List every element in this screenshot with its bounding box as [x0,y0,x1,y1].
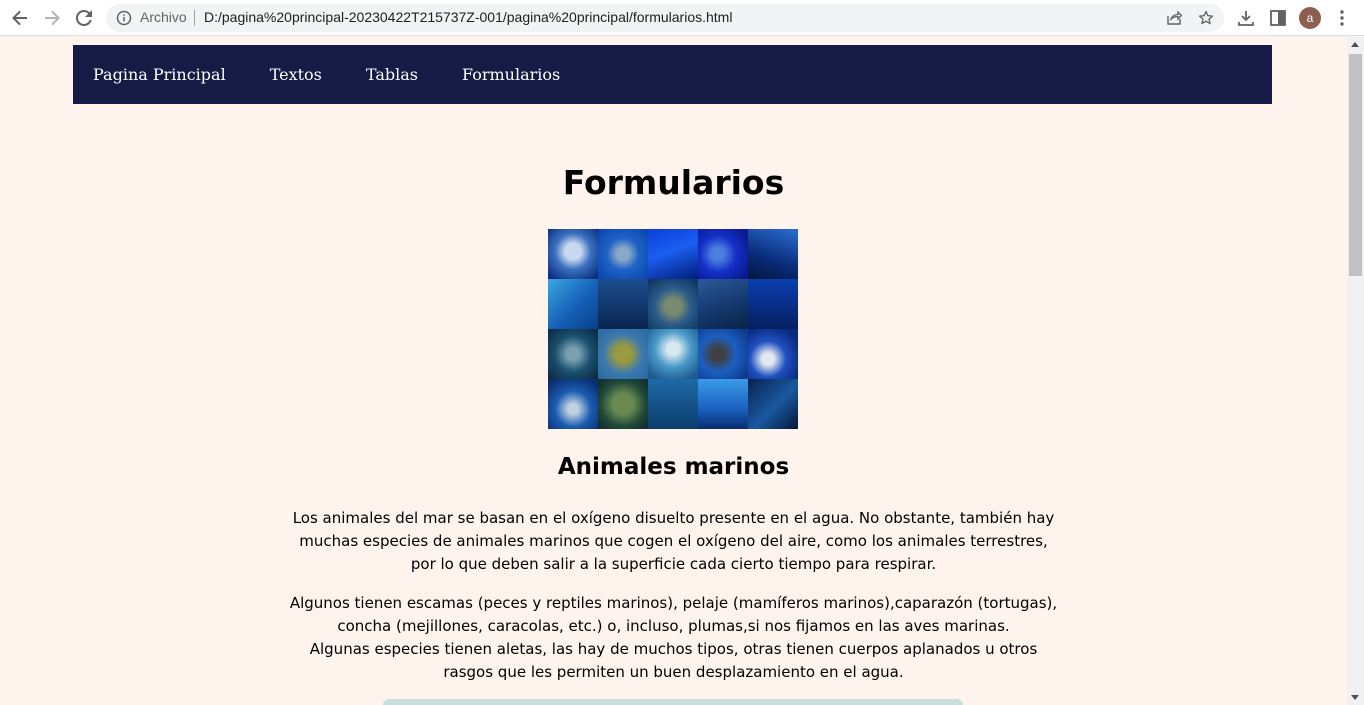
star-icon[interactable] [1198,10,1214,26]
page-title: Formularios [562,163,785,202]
scroll-up-arrow-icon[interactable] [1351,42,1359,47]
paragraph-line: Algunos tienen escamas (peces y reptiles… [289,594,1058,612]
marine-animals-collage-image [548,229,798,429]
side-panel-icon[interactable] [1268,8,1288,28]
back-arrow-icon[interactable] [8,6,32,30]
paragraph-line: Algunas especies tienen aletas, las hay … [309,640,1038,658]
page-scrollbar[interactable] [1347,37,1364,705]
scrollbar-thumb[interactable] [1349,54,1362,276]
site-navbar: Pagina Principal Textos Tablas Formulari… [73,45,1272,104]
paragraph-line: por lo que deben salir a la superficie c… [410,555,937,573]
nav-link-textos[interactable]: Textos [270,65,322,84]
forward-arrow-icon[interactable] [40,6,64,30]
divider [194,10,195,26]
nav-link-tablas[interactable]: Tablas [366,65,418,84]
nav-link-formularios[interactable]: Formularios [462,65,560,84]
paragraph-body-coverings: Algunos tienen escamas (peces y reptiles… [0,592,1347,684]
share-icon[interactable] [1166,10,1182,26]
paragraph-line: concha (mejillones, caracolas, etc.) o, … [337,617,1010,635]
form-container-top [383,699,963,705]
paragraph-line: muchas especies de animales marinos que … [299,532,1048,550]
browser-toolbar: Archivo D:/pagina%20principal-20230422T2… [0,0,1364,36]
kebab-menu-icon[interactable] [1332,8,1352,28]
profile-avatar[interactable]: a [1299,7,1321,29]
address-bar[interactable]: Archivo D:/pagina%20principal-20230422T2… [106,4,1224,32]
info-icon[interactable] [116,10,132,26]
nav-link-pagina-principal[interactable]: Pagina Principal [93,65,226,84]
section-subtitle: Animales marinos [557,454,790,480]
paragraph-line: rasgos que les permiten un buen desplaza… [443,663,904,681]
scheme-label: Archivo [140,9,187,25]
paragraph-oxygen: Los animales del mar se basan en el oxíg… [0,507,1347,576]
download-icon[interactable] [1236,8,1256,28]
reload-icon[interactable] [72,6,96,30]
page-viewport: Pagina Principal Textos Tablas Formulari… [0,37,1347,705]
url-text[interactable]: D:/pagina%20principal-20230422T215737Z-0… [204,9,732,25]
paragraph-line: Los animales del mar se basan en el oxíg… [292,509,1055,527]
scroll-down-arrow-icon[interactable] [1351,695,1359,700]
